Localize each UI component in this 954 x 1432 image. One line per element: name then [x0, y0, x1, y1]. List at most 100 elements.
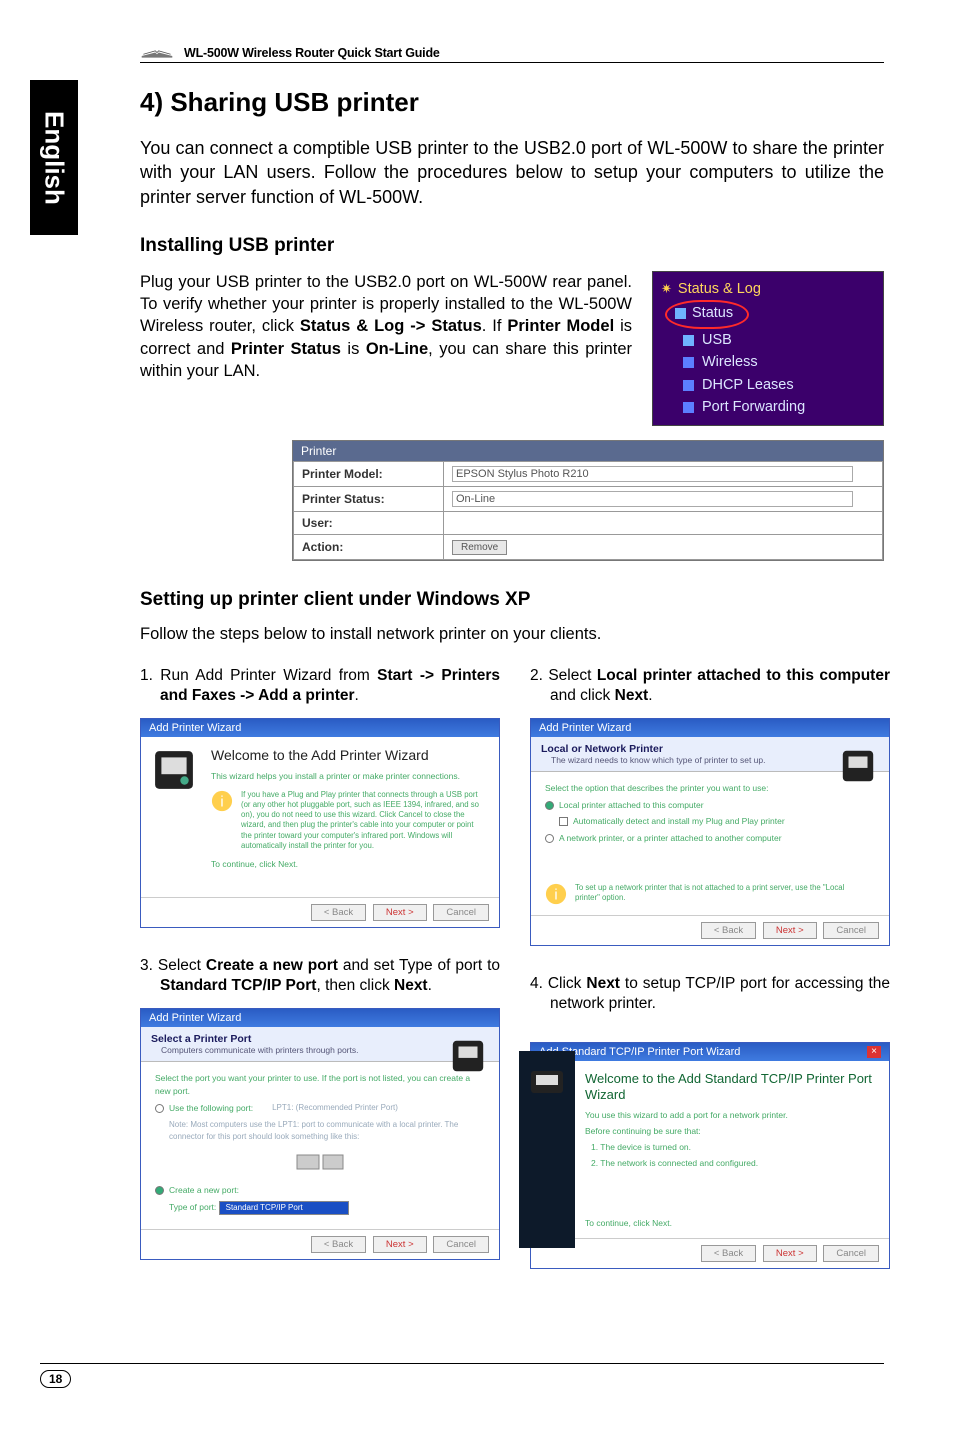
- table-row: Printer Model:: [294, 461, 883, 486]
- wizard-heading: Welcome to the Add Standard TCP/IP Print…: [585, 1071, 881, 1102]
- label-user: User:: [294, 511, 444, 534]
- wizard-footer: < Back Next > Cancel: [141, 897, 499, 927]
- printer-model-field[interactable]: [452, 466, 853, 482]
- svg-text:i: i: [554, 887, 557, 903]
- radio-network-printer[interactable]: A network printer, or a printer attached…: [545, 832, 875, 845]
- printer-status-field[interactable]: [452, 491, 853, 507]
- back-button[interactable]: < Back: [701, 1245, 756, 1262]
- table-header: Printer: [293, 441, 883, 461]
- checkbox-label: Automatically detect and install my Plug…: [573, 815, 785, 828]
- next-button[interactable]: Next >: [763, 1245, 817, 1262]
- wizard-continue: To continue, click Next.: [585, 1218, 881, 1228]
- next-button[interactable]: Next >: [373, 1236, 427, 1253]
- text: 4. Click: [530, 975, 586, 992]
- header: WL-500W Wireless Router Quick Start Guid…: [140, 40, 884, 63]
- close-icon[interactable]: ×: [867, 1046, 881, 1058]
- menu-top-item[interactable]: ✷Status & Log: [661, 278, 875, 300]
- wizard-line: Select the port you want your printer to…: [155, 1072, 485, 1098]
- menu-label: USB: [702, 329, 732, 351]
- type-of-port-row: Type of port: Standard TCP/IP Port: [169, 1201, 485, 1215]
- page-icon: [683, 357, 694, 368]
- menu-item-port-forwarding[interactable]: Port Forwarding: [661, 396, 875, 418]
- text: is: [341, 340, 366, 358]
- text: 2. Select: [530, 667, 597, 684]
- wizard-paragraph: Before continuing be sure that:: [585, 1126, 881, 1136]
- info-icon: i: [211, 790, 233, 812]
- radio-use-port[interactable]: Use the following port: LPT1: (Recommend…: [155, 1102, 485, 1115]
- user-value: [444, 511, 883, 534]
- radio-label: Create a new port:: [169, 1184, 239, 1197]
- wizard-2: Add Printer Wizard Local or Network Prin…: [530, 718, 890, 946]
- printer-status-table: Printer Printer Model: Printer Status: U…: [292, 440, 884, 561]
- next-button[interactable]: Next >: [373, 904, 427, 921]
- cancel-button[interactable]: Cancel: [433, 1236, 489, 1253]
- remove-button[interactable]: Remove: [452, 540, 507, 555]
- table-row: User:: [294, 511, 883, 534]
- radio-create-port[interactable]: Create a new port:: [155, 1184, 485, 1197]
- port-type-select[interactable]: Standard TCP/IP Port: [219, 1201, 349, 1215]
- step-1-text: 1. Run Add Printer Wizard from Start -> …: [140, 666, 500, 706]
- menu-item-wireless[interactable]: Wireless: [661, 351, 875, 373]
- section-lead: You can connect a comptible USB printer …: [140, 136, 884, 209]
- wizard-footer: < Back Next > Cancel: [531, 915, 889, 945]
- back-button[interactable]: < Back: [311, 904, 366, 921]
- menu-label: Port Forwarding: [702, 396, 805, 418]
- wizard-subtext: Computers communicate with printers thro…: [161, 1045, 489, 1055]
- wizard-footer: < Back Next > Cancel: [531, 1238, 889, 1268]
- page-footer: 18: [40, 1363, 884, 1388]
- next-button[interactable]: Next >: [763, 922, 817, 939]
- text-bold: Status & Log -> Status: [300, 317, 482, 335]
- radio-local-printer[interactable]: Local printer attached to this computer: [545, 799, 875, 812]
- wizard-4: Add Standard TCP/IP Printer Port Wizard …: [530, 1042, 890, 1269]
- radio-icon: [155, 1186, 164, 1195]
- menu-item-usb[interactable]: USB: [661, 329, 875, 351]
- page-icon: [675, 308, 686, 319]
- install-heading: Installing USB printer: [140, 235, 884, 257]
- printer-icon: [839, 747, 877, 785]
- printer-icon: [153, 749, 195, 791]
- cancel-button[interactable]: Cancel: [433, 904, 489, 921]
- text-bold: Create a new port: [206, 957, 338, 974]
- gear-icon: ✷: [661, 279, 672, 299]
- text-bold: Standard TCP/IP Port: [160, 977, 316, 994]
- text: , then click: [316, 977, 394, 994]
- wizard-title: Add Printer Wizard: [141, 1009, 499, 1027]
- wizard-paragraph: You use this wizard to add a port for a …: [585, 1110, 881, 1120]
- text: 1. Run Add Printer Wizard from: [140, 667, 377, 684]
- wizard-1: Add Printer Wizard Welcome to the Add Pr…: [140, 718, 500, 928]
- language-label: English: [39, 111, 70, 205]
- back-button[interactable]: < Back: [311, 1236, 366, 1253]
- text: . If: [482, 317, 508, 335]
- radio-label: Local printer attached to this computer: [559, 799, 704, 812]
- text-bold: Printer Status: [231, 340, 341, 358]
- header-title: WL-500W Wireless Router Quick Start Guid…: [184, 46, 440, 60]
- printer-icon: [527, 1063, 567, 1103]
- wizard-title: Add Printer Wizard: [141, 719, 499, 737]
- wizard-note: If you have a Plug and Play printer that…: [241, 790, 479, 851]
- language-tab: English: [30, 80, 78, 235]
- menu-item-dhcp[interactable]: DHCP Leases: [661, 374, 875, 396]
- text-bold: Next: [586, 975, 620, 992]
- book-icon: [140, 40, 174, 60]
- menu-item-status[interactable]: Status: [661, 300, 875, 328]
- text: 3. Select: [140, 957, 206, 974]
- setup-heading: Setting up printer client under Windows …: [140, 589, 884, 611]
- table-row: Printer Status:: [294, 486, 883, 511]
- step-3-text: 3. Select Create a new port and set Type…: [140, 956, 500, 996]
- cancel-button[interactable]: Cancel: [823, 1245, 879, 1262]
- wizard-paragraph: This wizard helps you install a printer …: [211, 771, 487, 782]
- checkbox-auto-detect[interactable]: Automatically detect and install my Plug…: [559, 815, 875, 828]
- step-4-text: 4. Click Next to setup TCP/IP port for a…: [530, 974, 890, 1014]
- radio-label: Use the following port:: [169, 1102, 253, 1115]
- cancel-button[interactable]: Cancel: [823, 922, 879, 939]
- text: .: [355, 687, 359, 704]
- text-bold: Next: [394, 977, 428, 994]
- page-number: 18: [40, 1370, 71, 1388]
- page-icon: [683, 380, 694, 391]
- text-bold: Next: [615, 687, 649, 704]
- label-printer-status: Printer Status:: [294, 486, 444, 511]
- wizard-subhead: Local or Network Printer: [541, 743, 879, 755]
- back-button[interactable]: < Back: [701, 922, 756, 939]
- info-icon: i: [545, 883, 567, 905]
- step-2-text: 2. Select Local printer attached to this…: [530, 666, 890, 706]
